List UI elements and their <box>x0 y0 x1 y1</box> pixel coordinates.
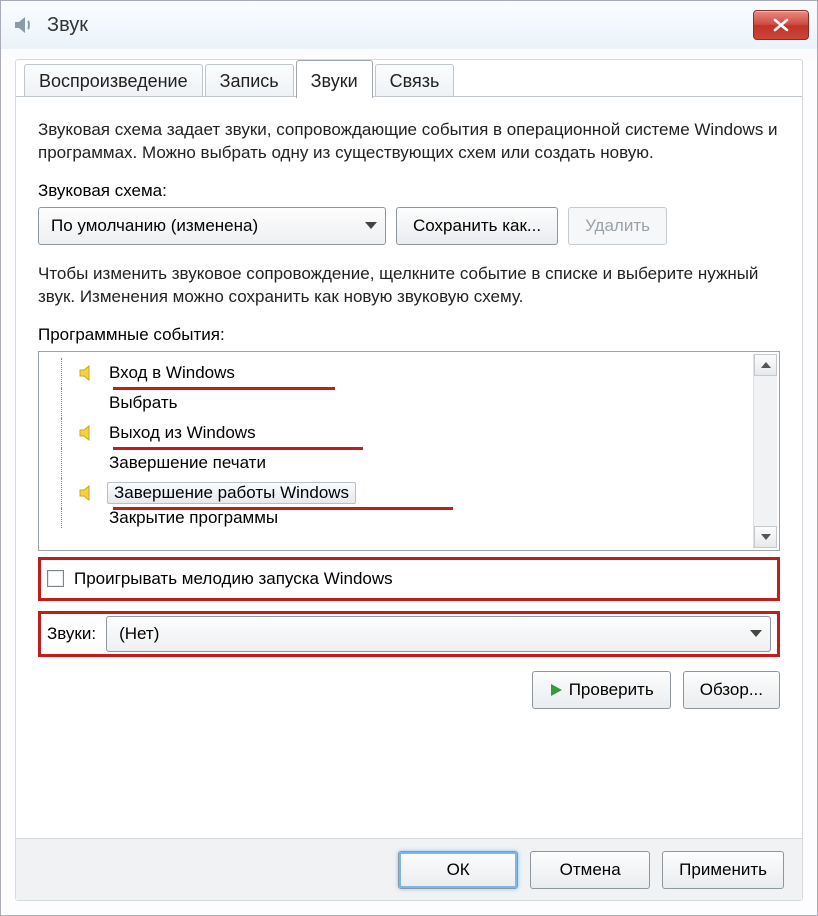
browse-button[interactable]: Обзор... <box>683 671 780 709</box>
event-item[interactable]: Выход из Windows <box>49 418 777 448</box>
chevron-down-icon <box>761 534 771 540</box>
tab-playback[interactable]: Воспроизведение <box>24 64 203 98</box>
scroll-down-button[interactable] <box>754 526 777 548</box>
sound-dialog: Звук Воспроизведение Запись Звуки Связь … <box>0 0 818 916</box>
sounds-panel: Звуковая схема задает звуки, сопровождаю… <box>16 97 802 900</box>
event-label: Выход из Windows <box>107 422 258 444</box>
event-label: Завершение работы Windows <box>107 482 356 504</box>
chevron-down-icon <box>365 222 377 229</box>
sounds-value: (Нет) <box>119 624 159 644</box>
close-button[interactable] <box>753 10 809 40</box>
event-label: Вход в Windows <box>107 362 237 384</box>
sound-icon <box>79 510 97 526</box>
play-startup-label: Проигрывать мелодию запуска Windows <box>74 569 393 589</box>
event-label: Выбрать <box>107 392 179 414</box>
sound-icon <box>79 425 97 441</box>
sound-icon <box>79 485 97 501</box>
play-icon <box>549 683 563 697</box>
highlight-box-sounds: Звуки: (Нет) <box>38 611 780 657</box>
window-title: Звук <box>47 14 88 37</box>
event-item[interactable]: Завершение печати <box>49 448 777 478</box>
events-intro: Чтобы изменить звуковое сопровождение, щ… <box>38 263 780 309</box>
dialog-buttons: ОК Отмена Применить <box>16 838 802 900</box>
titlebar[interactable]: Звук <box>1 1 817 49</box>
test-button[interactable]: Проверить <box>532 671 671 709</box>
sound-icon <box>79 365 97 381</box>
scheme-label: Звуковая схема: <box>38 181 780 201</box>
scroll-up-button[interactable] <box>754 354 777 376</box>
event-item-selected[interactable]: Завершение работы Windows <box>49 478 777 508</box>
sound-icon <box>79 455 97 471</box>
intro-text: Звуковая схема задает звуки, сопровождаю… <box>38 119 780 165</box>
tab-communications[interactable]: Связь <box>375 64 455 98</box>
event-item[interactable]: Закрытие программы <box>49 508 777 528</box>
event-item[interactable]: Выбрать <box>49 388 777 418</box>
content-frame: Воспроизведение Запись Звуки Связь Звуко… <box>15 59 803 901</box>
scrollbar[interactable] <box>753 354 777 548</box>
ok-button[interactable]: ОК <box>398 851 518 889</box>
delete-button: Удалить <box>568 207 667 245</box>
cancel-button[interactable]: Отмена <box>530 851 650 889</box>
sounds-combo[interactable]: (Нет) <box>106 616 771 652</box>
events-listbox[interactable]: Вход в Windows Выбрать Выход из Windows … <box>38 351 780 551</box>
tabstrip: Воспроизведение Запись Звуки Связь <box>24 58 794 98</box>
scheme-value: По умолчанию (изменена) <box>51 216 258 236</box>
tab-sounds[interactable]: Звуки <box>296 60 373 98</box>
tab-recording[interactable]: Запись <box>205 64 294 98</box>
sounds-label: Звуки: <box>47 624 96 644</box>
sound-icon <box>79 395 97 411</box>
speaker-icon <box>9 11 37 39</box>
save-as-button[interactable]: Сохранить как... <box>396 207 558 245</box>
event-label: Закрытие программы <box>107 508 280 528</box>
play-startup-checkbox[interactable] <box>47 570 64 587</box>
event-label: Завершение печати <box>107 452 268 474</box>
chevron-down-icon <box>750 630 762 637</box>
events-label: Программные события: <box>38 325 780 345</box>
chevron-up-icon <box>761 362 771 368</box>
highlight-box-startup: Проигрывать мелодию запуска Windows <box>38 557 780 601</box>
event-item[interactable]: Вход в Windows <box>49 358 777 388</box>
apply-button[interactable]: Применить <box>662 851 784 889</box>
test-label: Проверить <box>569 680 654 700</box>
scheme-combo[interactable]: По умолчанию (изменена) <box>38 207 386 245</box>
